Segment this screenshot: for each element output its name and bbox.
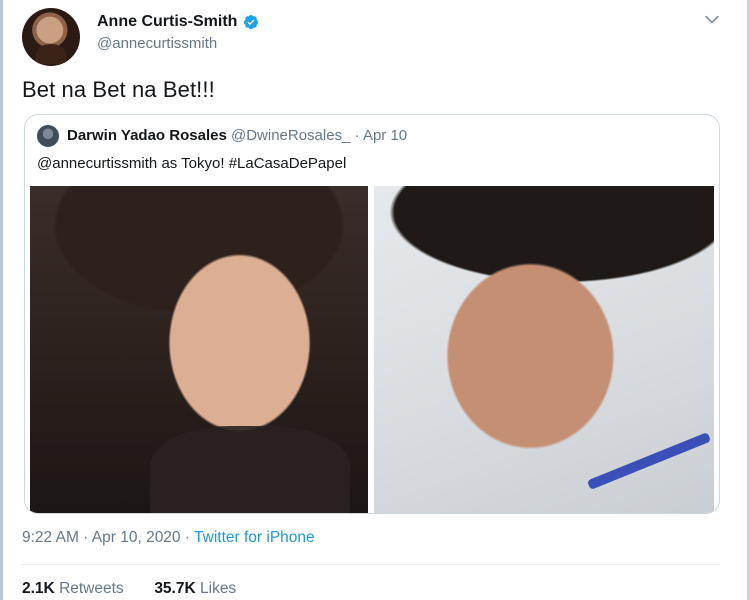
quoted-photo-right[interactable]: [374, 186, 714, 513]
retweets-label: Retweets: [59, 580, 124, 597]
window-frame-left: [0, 0, 3, 600]
verified-badge-icon: [244, 15, 259, 29]
author-name-row: Anne Curtis-Smith: [97, 13, 259, 31]
author-name[interactable]: Anne Curtis-Smith: [97, 13, 237, 31]
quoted-tweet-header: Darwin Yadao Rosales @DwineRosales_ · Ap…: [67, 127, 407, 144]
tweet-stats: 2.1K Retweets 35.7K Likes: [22, 580, 236, 598]
quoted-author-name: Darwin Yadao Rosales: [67, 127, 227, 144]
tweet-timestamp: 9:22 AM · Apr 10, 2020 · Twitter for iPh…: [22, 529, 315, 547]
author-handle[interactable]: @annecurtissmith: [97, 35, 217, 52]
retweets-stat[interactable]: 2.1K Retweets: [22, 580, 124, 597]
quoted-tweet-card[interactable]: Darwin Yadao Rosales @DwineRosales_ · Ap…: [24, 114, 720, 514]
tweet-source-link[interactable]: Twitter for iPhone: [194, 529, 315, 546]
likes-label: Likes: [200, 580, 237, 597]
quoted-author-avatar: [37, 125, 59, 147]
tweet-text: Bet na Bet na Bet!!!: [22, 77, 215, 102]
tweet-time-date[interactable]: 9:22 AM · Apr 10, 2020 ·: [22, 529, 194, 546]
quoted-author-handle: @DwineRosales_: [230, 127, 351, 144]
divider: [20, 564, 720, 565]
likes-stat[interactable]: 35.7K Likes: [154, 580, 236, 597]
quoted-date: Apr 10: [362, 127, 408, 144]
quoted-tweet-text: @annecurtissmith as Tokyo! #LaCasaDePape…: [37, 155, 347, 172]
likes-count: 35.7K: [154, 580, 196, 597]
retweets-count: 2.1K: [22, 580, 55, 597]
chevron-down-icon[interactable]: [702, 10, 722, 30]
quoted-photo-left[interactable]: [30, 186, 368, 513]
author-avatar[interactable]: [22, 8, 80, 66]
quoted-separator: ·: [350, 127, 363, 144]
